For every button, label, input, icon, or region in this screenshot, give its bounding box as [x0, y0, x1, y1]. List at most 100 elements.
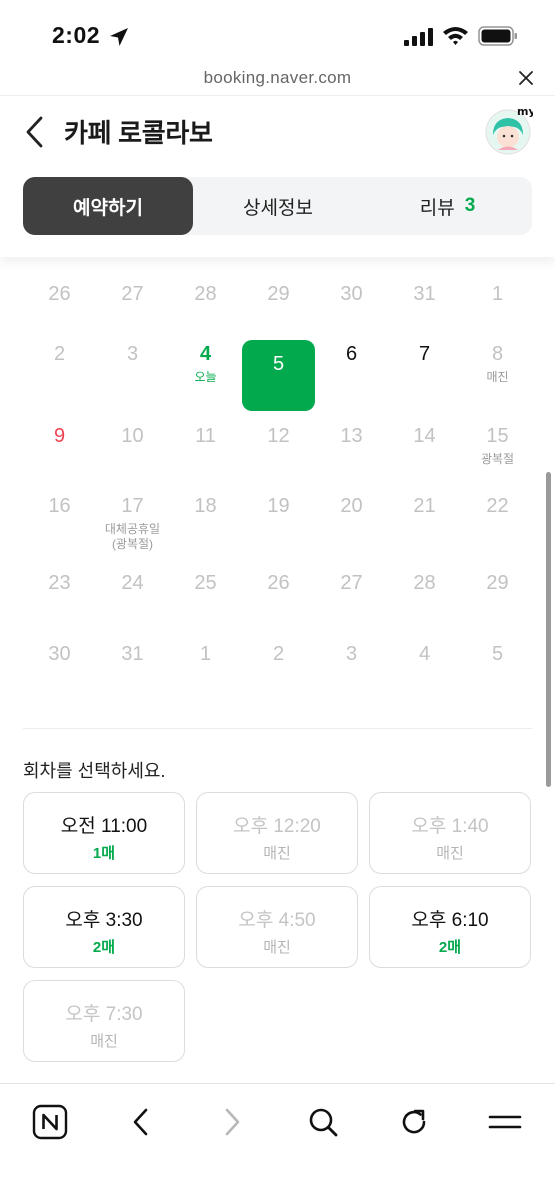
session-availability: 매진	[436, 845, 464, 862]
tab-detail[interactable]: 상세정보	[193, 177, 363, 235]
browser-toolbar	[0, 1083, 555, 1200]
calendar-day: 2	[242, 643, 315, 666]
close-icon[interactable]	[517, 69, 535, 87]
calendar-day: 29	[461, 572, 534, 595]
calendar-day[interactable]: 5	[242, 340, 315, 411]
naver-home-icon[interactable]	[30, 1102, 70, 1142]
calendar-day-number: 8	[491, 343, 504, 365]
calendar-day-number: 25	[194, 572, 217, 594]
calendar-day-number: 10	[121, 425, 144, 447]
calendar-day-number: 29	[267, 283, 290, 305]
calendar-day-number: 17	[121, 495, 144, 517]
calendar-day-number: 1	[491, 283, 504, 305]
wifi-icon	[443, 27, 468, 45]
session-slot: 오후 7:30 매진	[23, 980, 185, 1062]
calendar-day-number: 27	[340, 572, 363, 594]
session-availability: 2매	[92, 939, 116, 956]
calendar-day-number: 5	[491, 643, 504, 665]
calendar-day-number: 4	[418, 643, 431, 665]
menu-icon[interactable]	[485, 1102, 525, 1142]
calendar-day: 31	[96, 643, 169, 666]
calendar-day-note: 대체공휴일	[104, 522, 161, 536]
calendar-day: 1	[461, 283, 534, 306]
url-text[interactable]: booking.naver.com	[0, 68, 555, 88]
session-availability: 매진	[263, 939, 291, 956]
calendar-day[interactable]: 7	[388, 343, 461, 366]
refresh-icon[interactable]	[394, 1102, 434, 1142]
calendar-day-number: 3	[126, 343, 139, 365]
calendar-day: 30	[23, 643, 96, 666]
calendar-day-number: 4	[199, 343, 212, 365]
session-time: 오후 1:40	[411, 816, 489, 837]
calendar-day-number: 11	[195, 425, 216, 447]
calendar-day: 17 대체공휴일 (광복절)	[96, 495, 169, 552]
status-bar: 2:02	[0, 0, 555, 66]
calendar-day-number: 1	[199, 643, 212, 665]
calendar-day: 19	[242, 495, 315, 518]
calendar-day: 21	[388, 495, 461, 518]
calendar-day: 12	[242, 425, 315, 448]
divider	[23, 728, 532, 729]
calendar-day: 30	[315, 283, 388, 306]
calendar-day: 24	[96, 572, 169, 595]
battery-icon	[478, 26, 517, 46]
calendar-day-number: 28	[413, 572, 436, 594]
calendar-day-number: 26	[48, 283, 71, 305]
calendar-day: 25	[169, 572, 242, 595]
calendar-day: 26	[242, 572, 315, 595]
calendar-day: 10	[96, 425, 169, 448]
page-header: 카페 로콜라보 my 예약하기 상세정보 리뷰 3	[0, 97, 555, 257]
tab-bar: 예약하기 상세정보 리뷰 3	[23, 177, 532, 235]
tab-review-label: 리뷰	[419, 197, 455, 219]
calendar-day-number: 22	[486, 495, 509, 517]
session-time: 오후 3:30	[65, 910, 143, 931]
calendar-day-number: 20	[340, 495, 363, 517]
calendar-day: 16	[23, 495, 96, 518]
calendar-day: 3	[315, 643, 388, 666]
back-arrow-icon[interactable]	[20, 114, 50, 150]
session-slot[interactable]: 오전 11:00 1매	[23, 792, 185, 874]
page-title: 카페 로콜라보	[64, 118, 213, 148]
calendar-day-number: 18	[194, 495, 217, 517]
calendar-day-number: 26	[267, 572, 290, 594]
session-slot[interactable]: 오후 3:30 2매	[23, 886, 185, 968]
calendar-day: 14	[388, 425, 461, 448]
back-icon[interactable]	[121, 1102, 161, 1142]
calendar-day-note: (광복절)	[111, 537, 154, 551]
cellular-signal-icon	[404, 28, 433, 46]
tab-review[interactable]: 리뷰 3	[363, 177, 532, 235]
my-profile-avatar[interactable]: my	[483, 105, 533, 155]
calendar-day-number: 2	[272, 643, 285, 665]
calendar-day-number: 16	[48, 495, 71, 517]
session-slot: 오후 1:40 매진	[369, 792, 531, 874]
location-arrow-icon	[110, 28, 128, 46]
search-icon[interactable]	[303, 1102, 343, 1142]
calendar-day: 2	[23, 343, 96, 366]
session-slot[interactable]: 오후 6:10 2매	[369, 886, 531, 968]
calendar-day: 1	[169, 643, 242, 666]
calendar-day-number: 19	[267, 495, 290, 517]
calendar-day-number: 15	[486, 425, 509, 447]
calendar-day[interactable]: 6	[315, 343, 388, 366]
calendar-day-note: 오늘	[194, 370, 217, 384]
calendar-day: 27	[96, 283, 169, 306]
session-time: 오전 11:00	[60, 816, 148, 837]
calendar-day: 29	[242, 283, 315, 306]
calendar-day-number: 24	[121, 572, 144, 594]
tab-reserve[interactable]: 예약하기	[23, 177, 193, 235]
scrollbar[interactable]	[546, 472, 551, 787]
session-prompt: 회차를 선택하세요.	[23, 761, 166, 781]
calendar-day: 31	[388, 283, 461, 306]
forward-icon[interactable]	[212, 1102, 252, 1142]
calendar-day[interactable]: 4 오늘	[169, 343, 242, 385]
calendar-day-number: 9	[53, 425, 66, 447]
calendar-day-number: 31	[121, 643, 144, 665]
calendar-day-number: 3	[345, 643, 358, 665]
status-time: 2:02	[52, 22, 101, 48]
calendar-day-number: 2	[53, 343, 66, 365]
session-time: 오후 12:20	[233, 816, 321, 837]
calendar-day-number: 27	[121, 283, 144, 305]
calendar-day-number: 29	[486, 572, 509, 594]
calendar-day: 22	[461, 495, 534, 518]
calendar-day-number: 5	[272, 353, 285, 375]
